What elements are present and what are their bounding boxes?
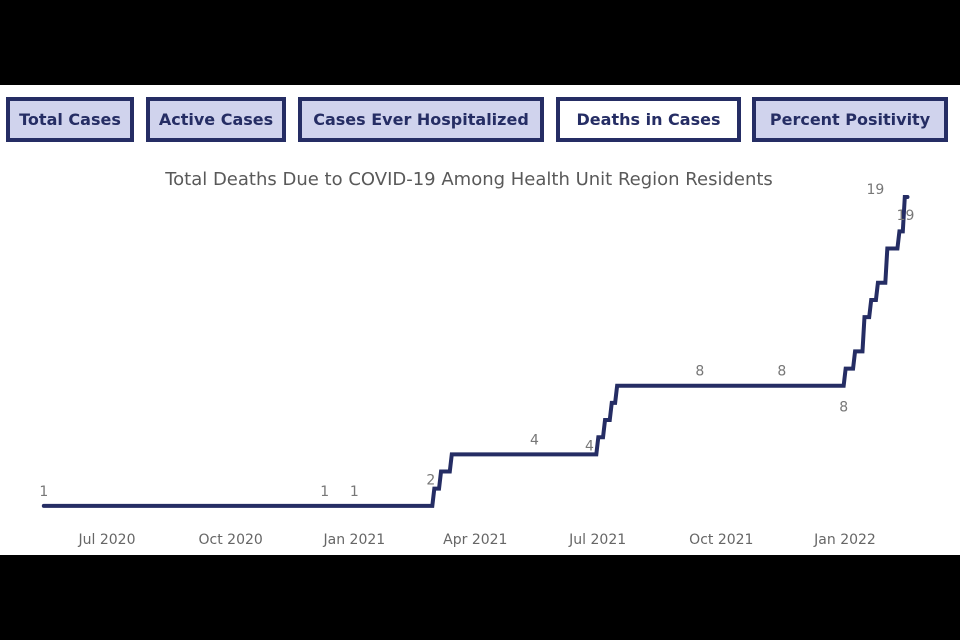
series-layer [41,195,910,508]
x-tick-label: Oct 2021 [689,532,753,548]
x-tick-label: Jan 2021 [323,532,386,548]
data-label: 19 [897,208,915,224]
data-label: 8 [777,364,786,380]
data-labels: 1 1 1 2 4 4 8 8 8 19 19 [39,182,914,500]
data-label: 1 [39,484,48,500]
data-label: 2 [426,473,435,489]
data-label: 8 [839,400,848,416]
chart-svg: Jul 2020 Oct 2020 Jan 2021 Apr 2021 Jul 2021… [39,182,914,548]
x-axis: Jul 2020 Oct 2020 Jan 2021 Apr 2021 Jul 2021… [78,532,876,548]
data-label: 1 [350,484,359,500]
x-tick-label: Apr 2021 [443,532,507,548]
data-label: 4 [585,438,594,454]
x-tick-label: Jul 2021 [568,532,626,548]
x-tick-label: Oct 2020 [199,532,263,548]
data-label: 19 [866,182,884,198]
series-line-total-deaths[interactable] [41,195,910,508]
data-label: 4 [530,432,539,448]
x-tick-label: Jan 2022 [813,532,876,548]
x-tick-label: Jul 2020 [78,532,136,548]
data-label: 1 [320,484,329,500]
data-label: 8 [695,364,704,380]
